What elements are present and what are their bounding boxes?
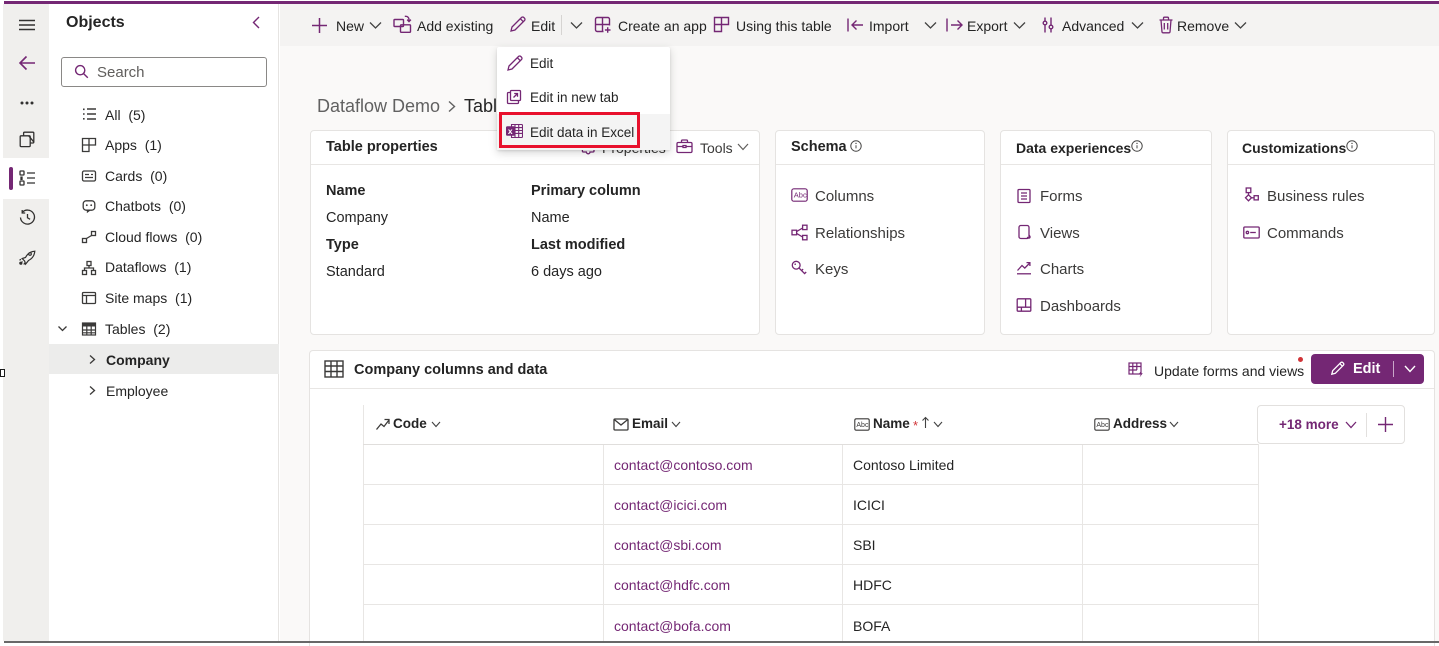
svg-text:Abc: Abc xyxy=(794,191,807,200)
svg-text:Abc: Abc xyxy=(856,422,869,429)
svg-text:Abc: Abc xyxy=(1096,422,1109,429)
